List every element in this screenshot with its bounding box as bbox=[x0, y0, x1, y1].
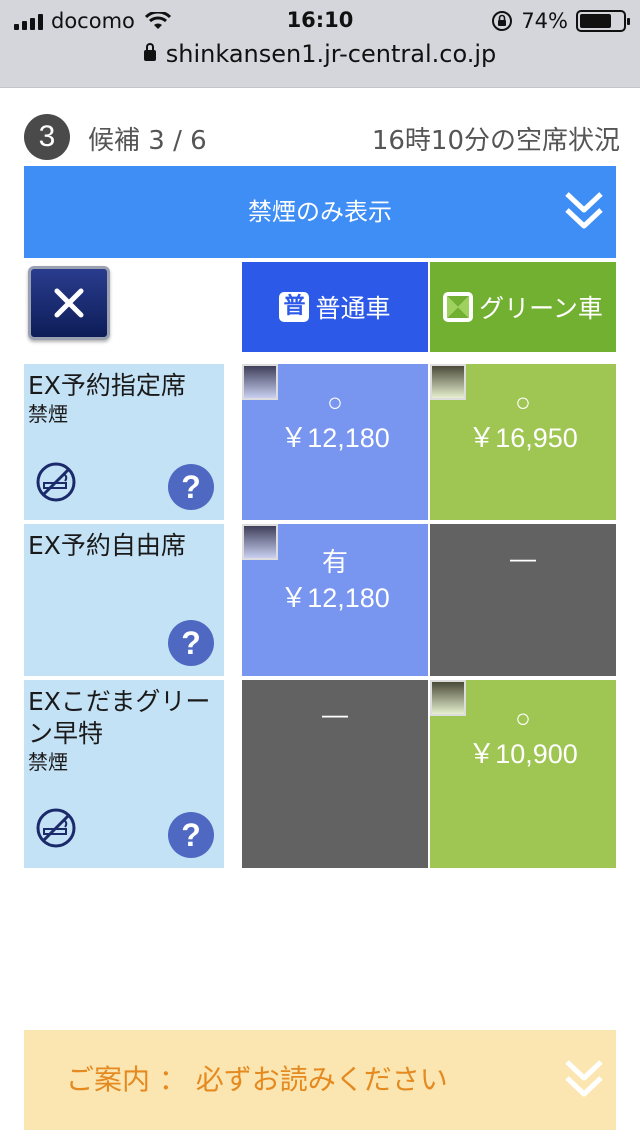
vacancy-time: 16時10分の空席状況 bbox=[371, 126, 620, 156]
seat-map-icon[interactable] bbox=[242, 524, 278, 560]
fare-cell-green-unavailable: — bbox=[430, 524, 616, 676]
ordinary-class-label: 普通車 bbox=[315, 294, 391, 323]
availability-symbol: — bbox=[510, 543, 536, 573]
fare-cell-green[interactable]: ○ ￥16,950 bbox=[430, 364, 616, 520]
fare-price: ￥16,950 bbox=[468, 423, 578, 453]
candidate-header: 3 候補 3 / 6 16時10分の空席状況 bbox=[24, 112, 620, 160]
fare-price: ￥10,900 bbox=[468, 739, 578, 769]
filter-label: 禁煙のみ表示 bbox=[248, 198, 392, 226]
fare-cell-green[interactable]: ○ ￥10,900 bbox=[430, 680, 616, 868]
chevron-down-icon bbox=[565, 1060, 603, 1097]
step-number: 3 bbox=[24, 114, 70, 160]
battery-icon bbox=[576, 10, 630, 32]
fare-row-label: EX予約自由席 ? bbox=[24, 524, 224, 676]
seat-map-icon[interactable] bbox=[430, 364, 466, 400]
help-button[interactable]: ? bbox=[168, 464, 214, 510]
battery-group: 74% bbox=[491, 8, 630, 34]
url-bar[interactable]: shinkansen1.jr-central.co.jp bbox=[0, 40, 640, 68]
orientation-lock-icon bbox=[492, 11, 513, 31]
non-smoking-filter-button[interactable]: 禁煙のみ表示 bbox=[24, 166, 616, 258]
close-button[interactable] bbox=[28, 266, 110, 340]
fare-price: ￥12,180 bbox=[280, 583, 390, 613]
fare-price: ￥12,180 bbox=[280, 423, 390, 453]
fare-row-label: EX予約指定席 禁煙 ? bbox=[24, 364, 224, 520]
fare-row-label: EXこだまグリーン早特 禁煙 ? bbox=[24, 680, 224, 868]
no-smoking-icon bbox=[36, 462, 76, 502]
green-car-icon bbox=[443, 292, 474, 322]
help-button[interactable]: ? bbox=[168, 620, 214, 666]
smoking-status: 禁煙 bbox=[28, 750, 68, 774]
seat-map-icon[interactable] bbox=[242, 364, 278, 400]
no-smoking-icon bbox=[36, 808, 76, 848]
battery-percent: 74% bbox=[521, 9, 568, 33]
fare-cell-ordinary[interactable]: ○ ￥12,180 bbox=[242, 364, 428, 520]
green-class-header: グリーン車 bbox=[430, 262, 616, 352]
status-bar: docomo 16:10 74% shinkansen1.jr-central.… bbox=[0, 0, 640, 88]
chevron-down-icon bbox=[565, 192, 603, 229]
url-text: shinkansen1.jr-central.co.jp bbox=[165, 40, 497, 68]
help-button[interactable]: ? bbox=[168, 812, 214, 858]
fare-cell-ordinary[interactable]: 有 ￥12,180 bbox=[242, 524, 428, 676]
seat-map-icon[interactable] bbox=[430, 680, 466, 716]
ordinary-class-header: 普 普通車 bbox=[242, 262, 428, 352]
notice-button[interactable]: ご案内 ： 必ずお読みください bbox=[24, 1030, 616, 1130]
notice-label: ご案内 ： 必ずお読みください bbox=[66, 1063, 448, 1096]
candidate-count: 候補 3 / 6 bbox=[88, 126, 207, 156]
fare-cell-ordinary-unavailable: — bbox=[242, 680, 428, 868]
smoking-status: 禁煙 bbox=[28, 402, 68, 426]
close-icon bbox=[54, 288, 84, 318]
fare-type-title: EXこだまグリーン早特 bbox=[28, 687, 211, 748]
availability-symbol: — bbox=[322, 699, 348, 729]
lock-icon bbox=[143, 43, 156, 61]
ordinary-car-icon: 普 bbox=[279, 292, 310, 322]
fare-type-title: EX予約指定席 bbox=[28, 371, 186, 400]
green-class-label: グリーン車 bbox=[479, 294, 603, 323]
fare-type-title: EX予約自由席 bbox=[28, 531, 186, 560]
